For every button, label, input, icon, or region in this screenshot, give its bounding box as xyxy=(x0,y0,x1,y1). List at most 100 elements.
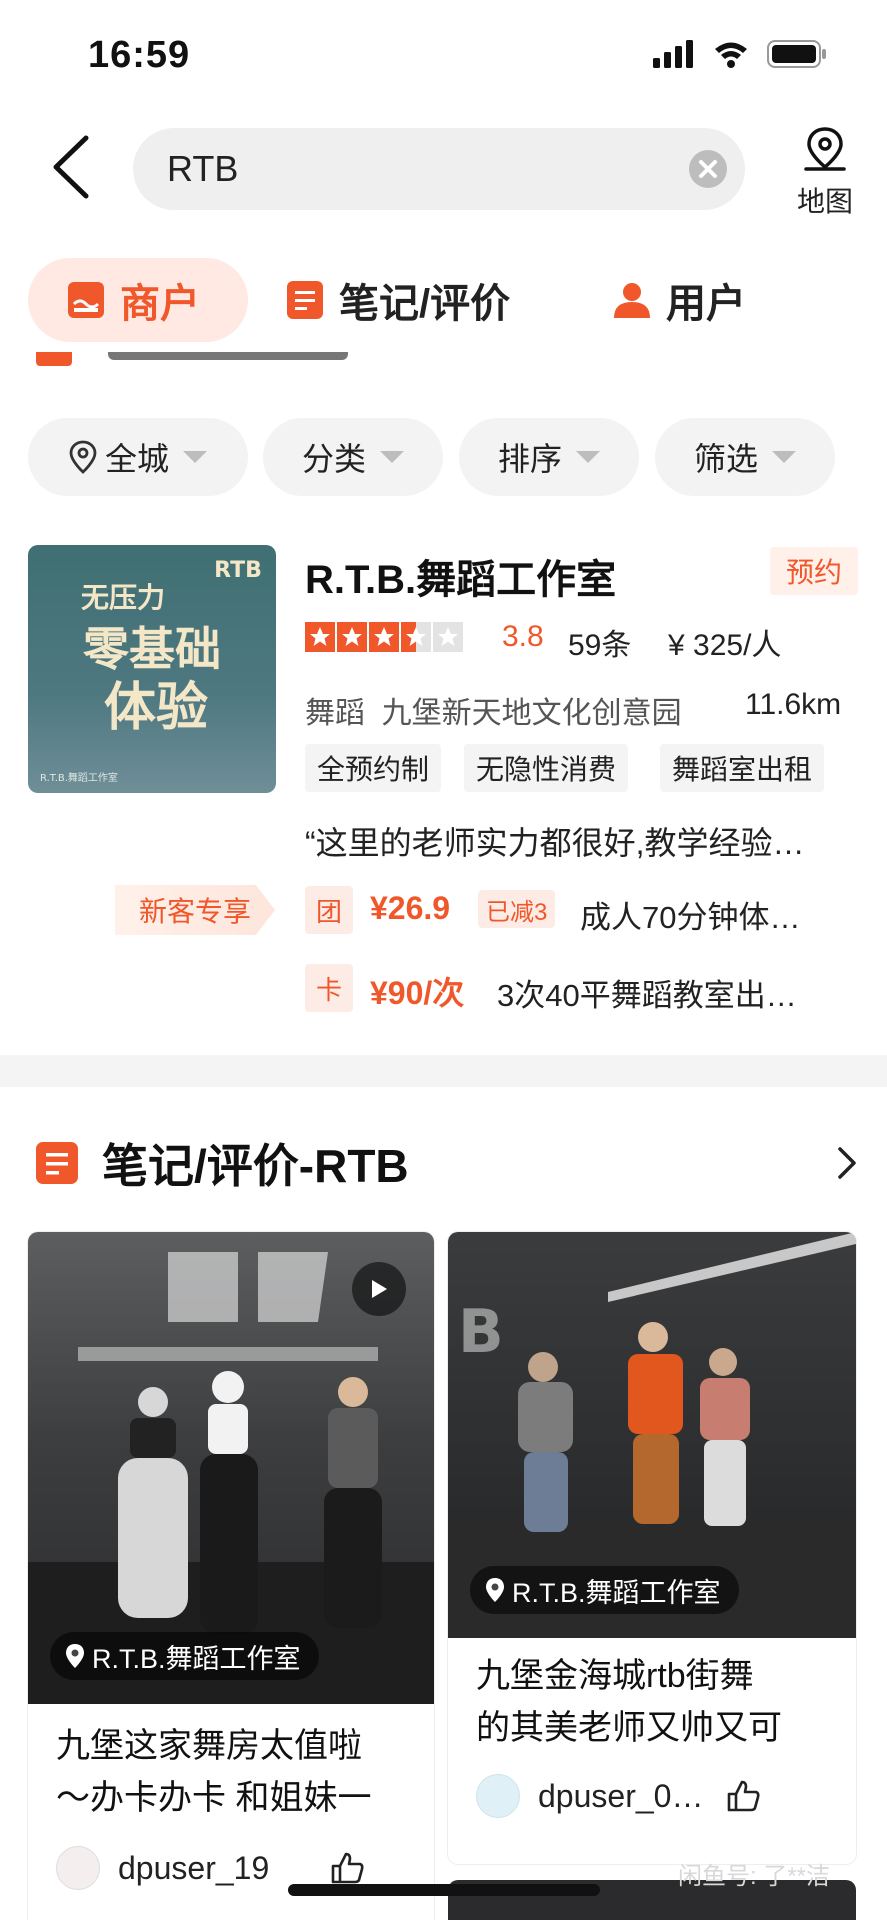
search-query: RTB xyxy=(167,148,239,189)
filter-city[interactable]: 全城 xyxy=(28,418,248,496)
notes-more-button[interactable] xyxy=(836,1145,858,1186)
notes-heading-text: 笔记/评价-RTB xyxy=(102,1140,409,1192)
rating-stars xyxy=(305,622,463,652)
store-icon xyxy=(68,282,104,318)
thumb-line3: 体验 xyxy=(104,678,208,738)
star-icon xyxy=(337,622,367,652)
tab-label: 商户 xyxy=(120,282,200,326)
chevron-right-icon xyxy=(838,1147,856,1179)
close-icon xyxy=(699,160,717,178)
location-icon xyxy=(69,440,97,474)
chevron-left-icon xyxy=(53,135,89,199)
location-pin-icon xyxy=(66,1644,84,1668)
location-tag[interactable]: R.T.B.舞蹈工作室 xyxy=(470,1566,739,1614)
location-tag-label: R.T.B.舞蹈工作室 xyxy=(92,1643,301,1674)
play-button[interactable] xyxy=(352,1262,406,1316)
svg-text:B: B xyxy=(458,1297,504,1367)
status-icons xyxy=(653,40,827,68)
note-icon xyxy=(287,281,323,319)
deal-price[interactable]: ¥26.9 xyxy=(370,890,450,927)
avatar xyxy=(476,1774,520,1818)
play-icon xyxy=(372,1280,387,1298)
merchant-thumbnail-image: RTB 无压力 零基础 体验 R.T.B.舞蹈工作室 xyxy=(28,545,276,793)
location-tag-label: R.T.B.舞蹈工作室 xyxy=(512,1577,721,1608)
new-customer-badge: 新客专享 xyxy=(115,885,275,935)
note-title-line: 的其美老师又帅又可 xyxy=(476,1709,782,1747)
back-button[interactable] xyxy=(48,132,96,202)
note-title: 九堡金海城rtb街舞 的其美老师又帅又可 xyxy=(448,1650,856,1754)
feature-tag: 舞蹈室出租 xyxy=(660,744,825,792)
filter-more[interactable]: 筛选 xyxy=(655,418,835,496)
category-area: 舞蹈 九堡新天地文化创意园 xyxy=(305,688,682,732)
avatar xyxy=(56,1846,100,1890)
note-title: 九堡这家舞房太值啦 ～办卡办卡 和姐妹一 xyxy=(28,1720,434,1824)
booking-badge[interactable]: 预约 xyxy=(770,547,858,595)
note-title-line: ～办卡办卡 和姐妹一 xyxy=(56,1779,372,1817)
thumb-line1: 无压力 xyxy=(81,581,165,614)
star-empty-icon xyxy=(433,622,463,652)
note-author[interactable]: dpuser_0… xyxy=(448,1774,856,1818)
caret-down-icon xyxy=(772,451,796,463)
note-card[interactable]: B R.T.B.舞蹈工作室 九堡金海城rtb街舞 的其美老师又帅又可 dpuse… xyxy=(448,1232,856,1864)
map-button[interactable]: 地图 xyxy=(790,125,860,220)
watermark: 闲鱼号: 了**洁 xyxy=(678,1863,831,1890)
filter-label: 全城 xyxy=(104,441,169,477)
review-count: 59条 xyxy=(568,629,632,662)
thumb-line2: 零基础 xyxy=(83,622,221,676)
logo-text: RTB xyxy=(214,558,262,583)
merchant-thumbnail[interactable]: RTB 无压力 零基础 体验 R.T.B.舞蹈工作室 xyxy=(28,545,276,793)
review-quote[interactable]: “这里的老师实力都很好,教学经验… xyxy=(305,818,805,864)
filter-label: 筛选 xyxy=(693,441,758,477)
caret-down-icon xyxy=(380,451,404,463)
filter-label: 排序 xyxy=(497,441,562,477)
feature-tag: 全预约制 xyxy=(305,744,442,792)
card-deal-icon: 卡 xyxy=(305,964,353,1012)
rating-value: 3.8 xyxy=(502,620,544,653)
signal-icon xyxy=(653,40,693,68)
map-pin-icon xyxy=(804,127,846,171)
caret-down-icon xyxy=(183,451,207,463)
tab-notes[interactable]: 笔记/评价 xyxy=(285,258,510,342)
deal-description[interactable]: 3次40平舞蹈教室出… xyxy=(497,970,797,1015)
like-icon[interactable] xyxy=(725,1778,761,1814)
price-per-person: ¥ 325/人 xyxy=(668,629,782,662)
clear-search-button[interactable] xyxy=(689,150,727,188)
like-icon[interactable] xyxy=(329,1850,365,1886)
area: 九堡新天地文化创意园 xyxy=(381,697,682,730)
map-label: 地图 xyxy=(796,186,853,217)
notes-section-heading[interactable]: 笔记/评价-RTB xyxy=(34,1130,409,1196)
distance: 11.6km xyxy=(745,688,842,721)
star-half-icon xyxy=(401,622,431,652)
note-card[interactable]: R.T.B.舞蹈工作室 九堡这家舞房太值啦 ～办卡办卡 和姐妹一 dpuser_… xyxy=(28,1232,434,1920)
author-name: dpuser_19 xyxy=(118,1849,270,1886)
star-icon xyxy=(369,622,399,652)
author-name: dpuser_0… xyxy=(538,1777,704,1814)
location-pin-icon xyxy=(486,1578,504,1602)
deal-price[interactable]: ¥90/次 xyxy=(370,968,464,1014)
wifi-icon xyxy=(715,42,747,68)
tab-label: 用户 xyxy=(666,282,746,326)
home-indicator[interactable] xyxy=(288,1884,600,1896)
status-time: 16:59 xyxy=(88,34,191,76)
battery-icon xyxy=(767,40,826,68)
note-image: R.T.B.舞蹈工作室 xyxy=(28,1232,434,1704)
star-icon xyxy=(305,622,335,652)
search-input[interactable]: RTB xyxy=(133,128,745,210)
thumb-caption: R.T.B.舞蹈工作室 xyxy=(40,771,118,784)
category: 舞蹈 xyxy=(305,697,365,730)
tab-users[interactable]: 用户 xyxy=(612,258,746,342)
merchant-name[interactable]: R.T.B.舞蹈工作室 xyxy=(305,547,616,605)
section-divider xyxy=(0,1055,887,1087)
tab-label: 笔记/评价 xyxy=(339,282,511,326)
group-deal-icon: 团 xyxy=(305,886,353,934)
filter-category[interactable]: 分类 xyxy=(263,418,443,496)
discount-tag: 已减3 xyxy=(478,890,556,928)
location-tag[interactable]: R.T.B.舞蹈工作室 xyxy=(50,1632,319,1680)
note-image: B R.T.B.舞蹈工作室 xyxy=(448,1232,856,1638)
deal-description[interactable]: 成人70分钟体… xyxy=(580,892,800,937)
user-icon xyxy=(614,283,650,318)
tab-merchant[interactable]: 商户 xyxy=(28,258,248,342)
section-heading-remnant xyxy=(28,352,858,380)
filter-sort[interactable]: 排序 xyxy=(459,418,639,496)
note-icon xyxy=(36,1142,78,1184)
